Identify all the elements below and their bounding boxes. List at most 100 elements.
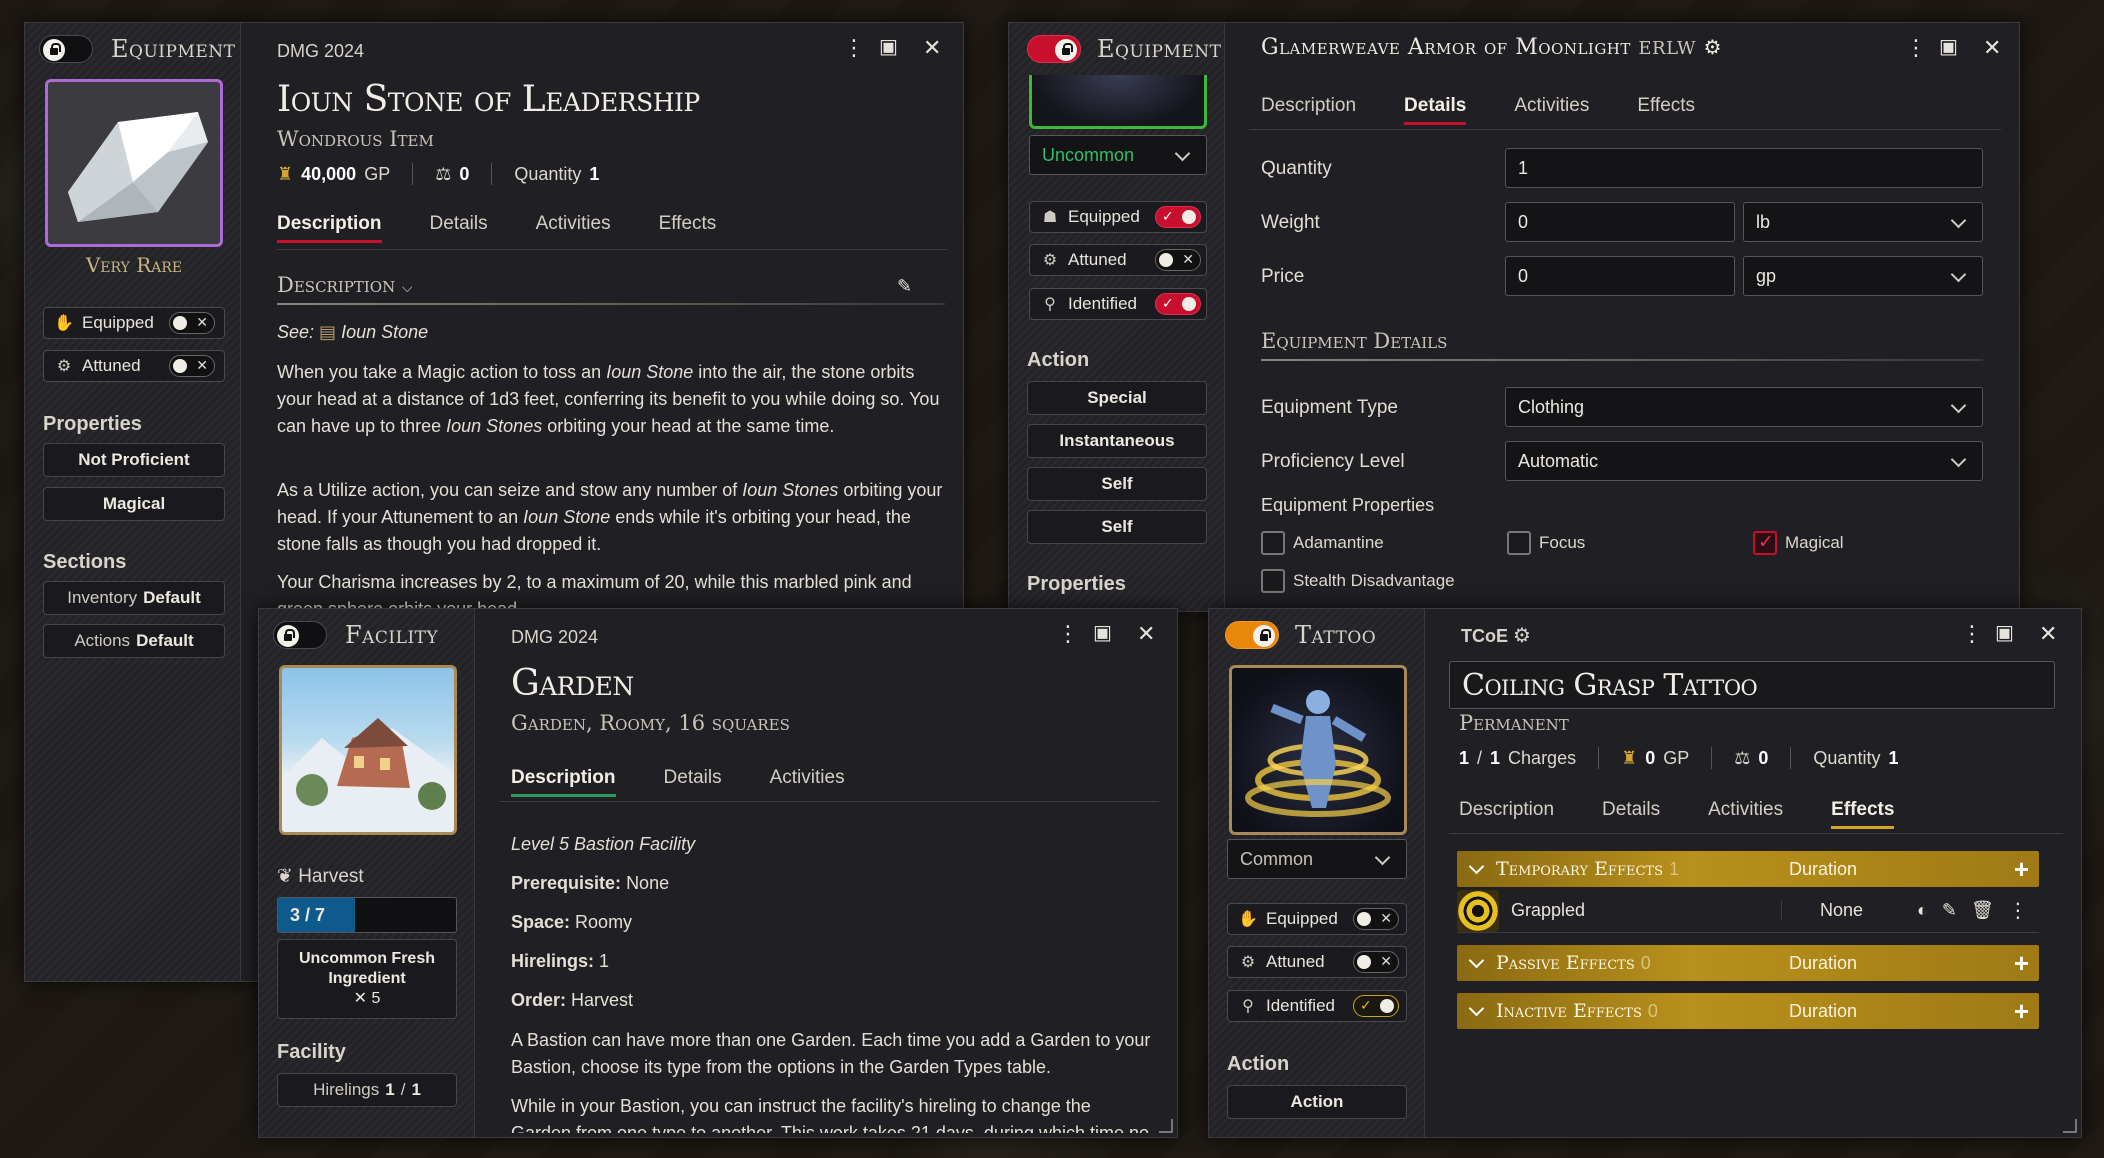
ingredient-card[interactable]: Uncommon Fresh Ingredient ✕ 5 (277, 939, 457, 1019)
gear-icon[interactable]: ⚙ (1513, 625, 1531, 647)
rarity-select[interactable]: Uncommon (1029, 135, 1207, 175)
price-value[interactable]: 40,000 (301, 164, 356, 185)
tab-description[interactable]: Description (277, 213, 382, 243)
resize-handle[interactable] (2063, 1119, 2077, 1133)
item-name-input[interactable]: Coiling Grasp Tattoo (1449, 661, 2055, 709)
item-portrait[interactable] (45, 79, 223, 247)
close-icon[interactable]: ✕ (2039, 623, 2057, 645)
charges-value[interactable]: 1 (1459, 748, 1469, 769)
weight-input[interactable]: 0 (1505, 202, 1735, 242)
quantity-value[interactable]: 1 (589, 164, 599, 185)
action-activation[interactable]: Special (1027, 381, 1207, 415)
property-magical[interactable]: Magical (43, 487, 225, 521)
kebab-menu-icon[interactable]: ⋮ (843, 37, 865, 59)
effect-group-temporary[interactable]: Temporary Effects 1 Duration + (1457, 851, 2039, 887)
proficiency-select[interactable]: Automatic (1505, 441, 1983, 481)
identified-toggle[interactable] (1155, 293, 1201, 315)
price-unit-select[interactable]: gp (1743, 256, 1983, 296)
tab-effects[interactable]: Effects (1831, 799, 1895, 829)
section-actions[interactable]: Actions Default (43, 624, 225, 658)
garden-image (282, 718, 454, 832)
tab-effects[interactable]: Effects (1637, 95, 1695, 125)
price-input[interactable]: 0 (1505, 256, 1735, 296)
effect-group-inactive[interactable]: Inactive Effects 0 Duration + (1457, 993, 2039, 1029)
checkbox-adamantine[interactable] (1261, 531, 1285, 555)
quantity-value[interactable]: 1 (1888, 748, 1898, 769)
tab-description[interactable]: Description (511, 767, 616, 797)
action-duration[interactable]: Instantaneous (1027, 424, 1207, 458)
close-icon[interactable]: ✕ (1137, 623, 1155, 645)
attuned-toggle[interactable] (1353, 951, 1399, 973)
add-effect-icon[interactable]: + (2014, 948, 2029, 979)
sheet-toggle-icon[interactable]: ▣ (1939, 37, 1958, 57)
equipped-toggle[interactable] (169, 312, 215, 334)
edit-icon[interactable]: ✎ (1942, 900, 1957, 921)
weight-unit-select[interactable]: lb (1743, 202, 1983, 242)
hirelings-button[interactable]: Hirelings 1/1 (277, 1073, 457, 1107)
tab-description[interactable]: Description (1459, 799, 1554, 829)
checkbox-magical[interactable] (1753, 531, 1777, 555)
property-not-proficient[interactable]: Not Proficient (43, 443, 225, 477)
rarity-select[interactable]: Common (1227, 839, 1407, 879)
sheet-toggle-icon[interactable]: ▣ (879, 37, 898, 57)
lock-toggle[interactable] (1225, 621, 1279, 649)
charges-max[interactable]: 1 (1490, 748, 1500, 769)
item-name[interactable]: Ioun Stone of Leadership (277, 79, 700, 120)
section-inventory[interactable]: Inventory Default (43, 581, 225, 615)
harvest-progress[interactable]: 3 / 7 (277, 897, 457, 933)
tab-effects[interactable]: Effects (659, 213, 717, 243)
facility-portrait[interactable] (279, 665, 457, 835)
see-link[interactable]: Ioun Stone (341, 322, 428, 342)
add-effect-icon[interactable]: + (2014, 854, 2029, 885)
description-heading[interactable]: Description ⌵ (277, 273, 413, 297)
sheet-toggle-icon[interactable]: ▣ (1093, 623, 1112, 643)
edit-icon[interactable]: ✎ (897, 277, 912, 295)
lock-toggle[interactable] (39, 35, 93, 63)
weight-value[interactable]: 0 (1758, 748, 1768, 769)
kebab-menu-icon[interactable]: ⋮ (1961, 623, 1983, 645)
resize-handle[interactable] (1159, 1119, 1173, 1133)
effect-row-grappled[interactable]: Grappled None ◐ ✎ 🗑 ⋮ (1457, 889, 2039, 933)
tab-activities[interactable]: Activities (536, 213, 611, 243)
toggle-effect-icon[interactable]: ◐ (1917, 900, 1928, 921)
tab-details[interactable]: Details (430, 213, 488, 243)
tab-description[interactable]: Description (1261, 95, 1356, 125)
tab-details[interactable]: Details (664, 767, 722, 797)
attuned-toggle[interactable] (169, 355, 215, 377)
quantity-input[interactable]: 1 (1505, 148, 1983, 188)
checkbox-stealth-disadvantage[interactable] (1261, 569, 1285, 593)
action-range[interactable]: Self (1027, 467, 1207, 501)
tattoo-portrait[interactable] (1229, 665, 1407, 835)
lock-toggle[interactable] (273, 621, 327, 649)
kebab-menu-icon[interactable]: ⋮ (1905, 37, 1927, 59)
equipment-type-select[interactable]: Clothing (1505, 387, 1983, 427)
item-portrait[interactable] (1029, 75, 1207, 129)
facility-name[interactable]: Garden (511, 663, 634, 704)
tab-activities[interactable]: Activities (770, 767, 845, 797)
checkbox-focus[interactable] (1507, 531, 1531, 555)
gear-icon[interactable]: ⚙ (1704, 35, 1722, 59)
close-icon[interactable]: ✕ (1983, 37, 2001, 59)
add-effect-icon[interactable]: + (2014, 996, 2029, 1027)
equipped-toggle[interactable] (1353, 908, 1399, 930)
tab-details[interactable]: Details (1404, 95, 1467, 125)
attuned-toggle[interactable] (1155, 249, 1201, 271)
tab-activities[interactable]: Activities (1708, 799, 1783, 829)
tab-activities[interactable]: Activities (1514, 95, 1589, 125)
kebab-menu-icon[interactable]: ⋮ (1057, 623, 1079, 645)
price-value[interactable]: 0 (1645, 748, 1655, 769)
kebab-menu-icon[interactable]: ⋮ (2008, 898, 2028, 923)
effect-group-passive[interactable]: Passive Effects 0 Duration + (1457, 945, 2039, 981)
weight-value[interactable]: 0 (459, 164, 469, 185)
lock-toggle[interactable] (1027, 35, 1081, 63)
tab-details[interactable]: Details (1602, 799, 1660, 829)
sheet-toggle-icon[interactable]: ▣ (1995, 623, 2014, 643)
identified-toggle[interactable] (1353, 995, 1399, 1017)
delete-icon[interactable]: 🗑 (1971, 900, 1994, 921)
close-icon[interactable]: ✕ (923, 37, 941, 59)
gear-icon: ⚙ (1042, 252, 1058, 269)
action-target[interactable]: Self (1027, 510, 1207, 544)
action-activation[interactable]: Action (1227, 1085, 1407, 1119)
hand-icon: ✋ (1238, 911, 1258, 928)
equipped-toggle[interactable] (1155, 206, 1201, 228)
